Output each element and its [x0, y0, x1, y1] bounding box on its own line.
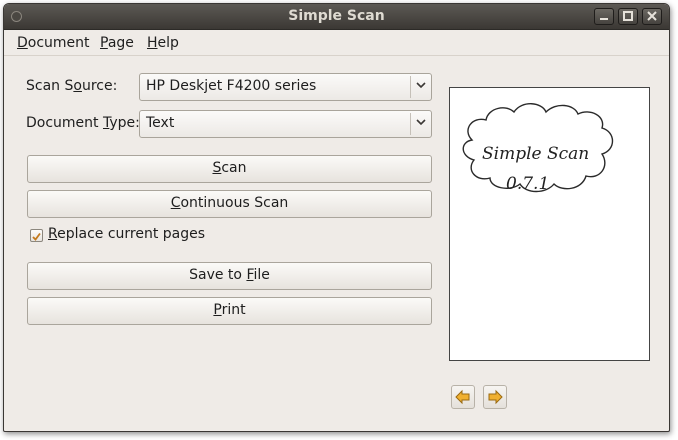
checkmark-icon — [32, 232, 41, 241]
window-title: Simple Scan — [288, 8, 385, 24]
replace-pages-checkbox[interactable] — [30, 229, 43, 242]
scan-source-value: HP Deskjet F4200 series — [146, 78, 317, 94]
menu-page[interactable]: Page — [100, 35, 134, 51]
minimize-button[interactable] — [594, 8, 614, 25]
previous-page-button[interactable] — [451, 385, 475, 409]
arrow-left-icon — [455, 389, 470, 405]
scan-source-select[interactable]: HP Deskjet F4200 series — [139, 73, 432, 101]
menu-help[interactable]: Help — [147, 35, 179, 51]
close-icon — [647, 11, 657, 21]
next-page-button[interactable] — [483, 385, 507, 409]
print-button[interactable]: Print — [27, 297, 432, 325]
scan-source-label: Scan Source: — [26, 78, 118, 94]
preview-drawing — [462, 103, 614, 193]
maximize-button[interactable] — [618, 8, 638, 25]
chevron-down-icon — [415, 78, 427, 95]
menu-document[interactable]: Document — [17, 35, 90, 51]
preview-version: 0.7.1 — [506, 174, 550, 194]
replace-pages-label[interactable]: Replace current pages — [48, 226, 205, 242]
scan-button[interactable]: Scan — [27, 155, 432, 183]
menu-bar: Document Page Help — [4, 30, 669, 56]
preview-title: Simple Scan — [482, 144, 590, 164]
document-type-select[interactable]: Text — [139, 110, 432, 138]
close-button[interactable] — [642, 8, 662, 25]
maximize-icon — [623, 11, 633, 21]
page-preview[interactable]: Simple Scan 0.7.1 — [449, 87, 650, 361]
document-type-label: Document Type: — [26, 115, 140, 131]
document-type-value: Text — [146, 115, 175, 131]
minimize-icon — [600, 18, 608, 20]
save-to-file-button[interactable]: Save to File — [27, 262, 432, 290]
app-window: Simple Scan Document Page Help Scan Sour… — [3, 3, 670, 432]
title-bar[interactable]: Simple Scan — [4, 4, 669, 30]
arrow-right-icon — [488, 389, 503, 405]
chevron-down-icon — [415, 115, 427, 132]
continuous-scan-button[interactable]: Continuous Scan — [27, 190, 432, 218]
